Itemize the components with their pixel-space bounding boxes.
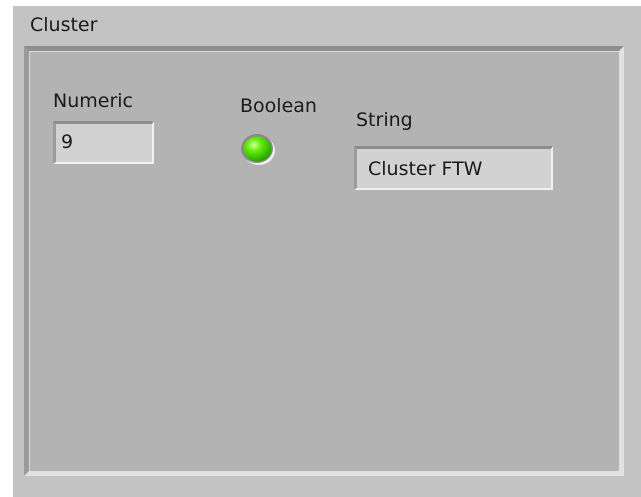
cluster-label: Cluster	[30, 14, 98, 36]
string-label: String	[356, 109, 413, 131]
boolean-label: Boolean	[240, 95, 317, 117]
boolean-led-indicator[interactable]	[238, 133, 278, 167]
numeric-label: Numeric	[53, 90, 133, 112]
string-indicator[interactable]: Cluster FTW	[354, 146, 553, 190]
numeric-indicator[interactable]: 9	[53, 121, 154, 164]
